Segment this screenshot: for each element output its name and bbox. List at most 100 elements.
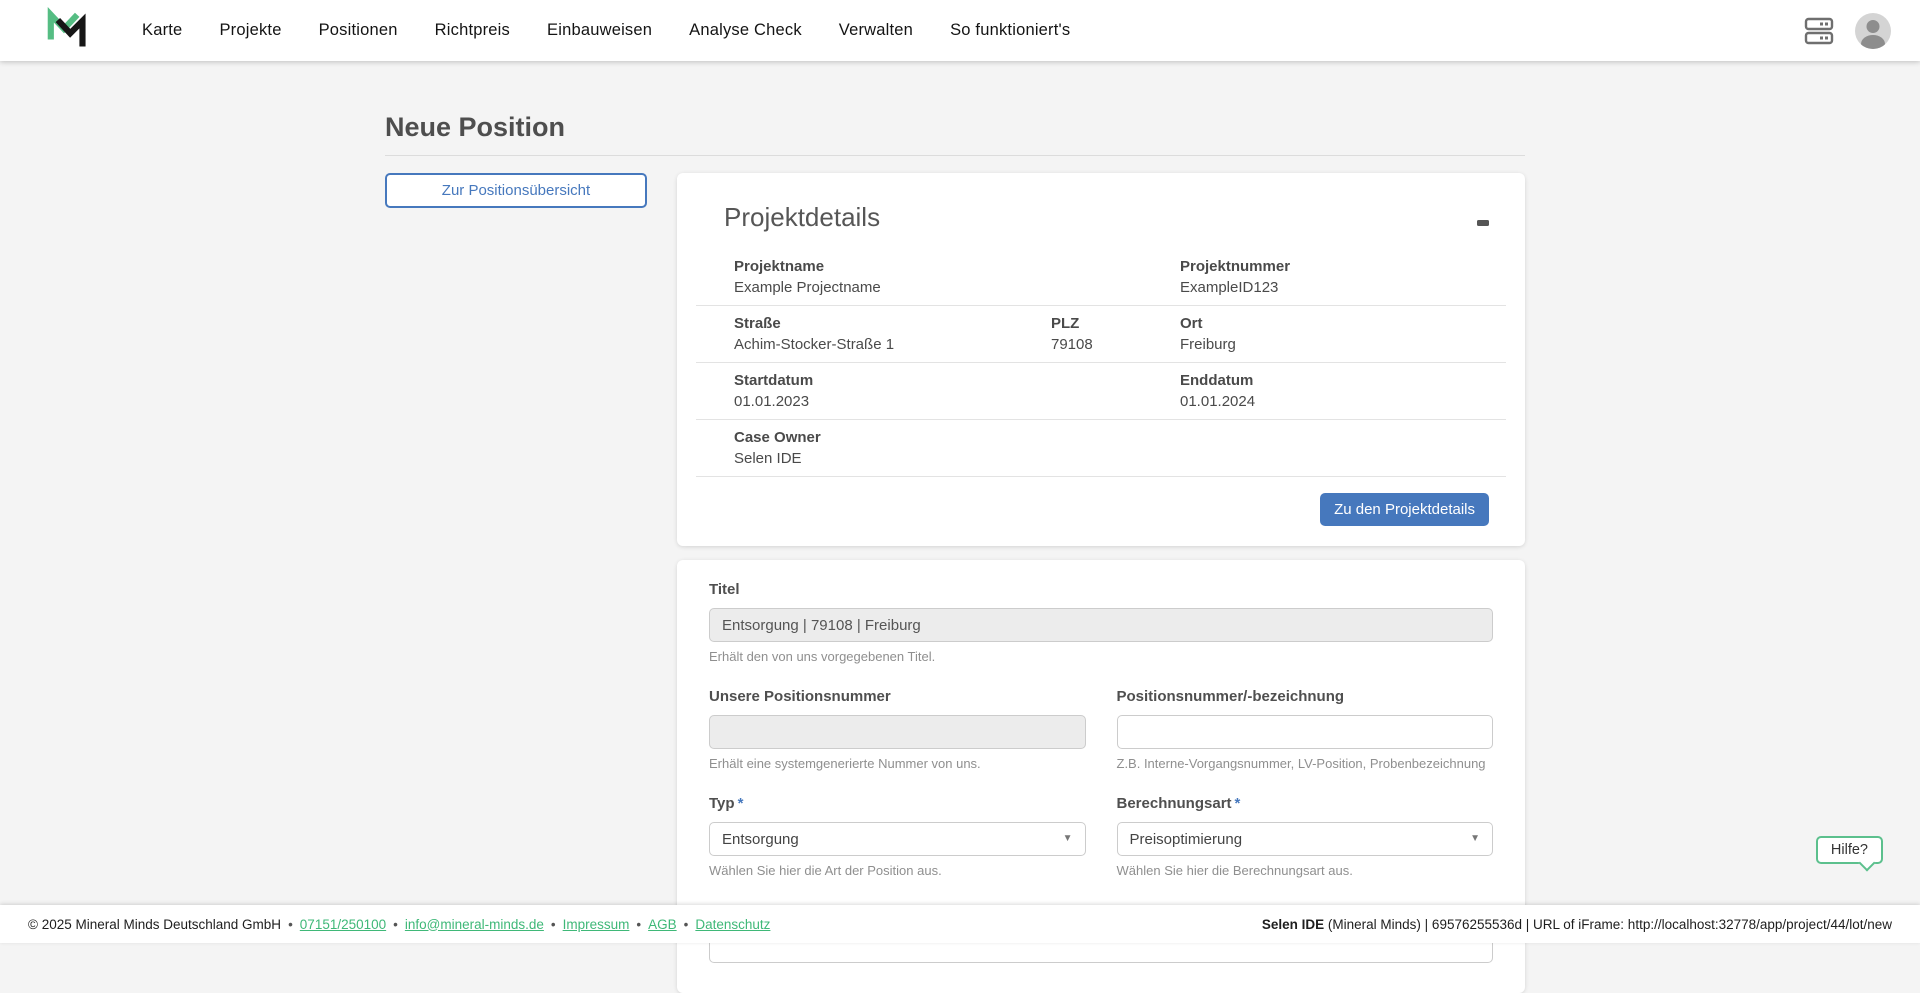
positionsnummer-input[interactable] (1117, 715, 1494, 749)
berechnungsart-label-text: Berechnungsart (1117, 795, 1232, 812)
field-label: PLZ (1051, 314, 1180, 333)
unsere-positionsnummer-label: Unsere Positionsnummer (709, 687, 1086, 707)
field-label: Projektname (734, 257, 1180, 276)
berechnungsart-select[interactable]: Preisoptimierung ▼ (1117, 822, 1494, 856)
berechnungsart-selected-value: Preisoptimierung (1130, 831, 1243, 848)
footer-link-phone[interactable]: 07151/250100 (300, 917, 386, 932)
separator-dot: • (636, 917, 641, 932)
chevron-down-icon: ▼ (1063, 834, 1073, 844)
nav-item-projekte[interactable]: Projekte (219, 21, 281, 40)
main-content: Neue Position Zur Positionsübersicht Pro… (385, 61, 1525, 993)
required-asterisk: * (738, 795, 744, 812)
field-label: Straße (734, 314, 1051, 333)
left-column: Zur Positionsübersicht (385, 173, 647, 208)
berechnungsart-field-group: Berechnungsart* Preisoptimierung ▼ Wähle… (1117, 794, 1494, 880)
back-to-positions-button[interactable]: Zur Positionsübersicht (385, 173, 647, 208)
field-label: Projektnummer (1180, 257, 1506, 276)
copyright-text: © 2025 Mineral Minds Deutschland GmbH (28, 917, 281, 932)
nav-item-positionen[interactable]: Positionen (319, 21, 398, 40)
nav-item-verwalten[interactable]: Verwalten (839, 21, 913, 40)
brand-logo[interactable] (42, 5, 86, 56)
field-enddatum: Enddatum 01.01.2024 (1180, 371, 1506, 411)
nav-item-analyse-check[interactable]: Analyse Check (689, 21, 802, 40)
required-asterisk: * (1235, 795, 1241, 812)
minus-icon (1477, 220, 1489, 226)
project-details-title: Projektdetails (677, 201, 1525, 235)
berechnungsart-label: Berechnungsart* (1117, 794, 1494, 814)
field-value: Achim-Stocker-Straße 1 (734, 335, 1051, 354)
project-details-table: Projektname Example Projectname Projektn… (696, 249, 1506, 477)
top-navigation-bar: Karte Projekte Positionen Richtpreis Ein… (0, 0, 1920, 61)
field-label: Startdatum (734, 371, 1180, 390)
session-user: Selen IDE (1262, 917, 1324, 932)
typ-label-text: Typ (709, 795, 735, 812)
titel-helper-text: Erhält den von uns vorgegebenen Titel. (709, 648, 1493, 666)
mineral-minds-logo-icon (42, 5, 86, 56)
typ-label: Typ* (709, 794, 1086, 814)
field-strasse: Straße Achim-Stocker-Straße 1 (734, 314, 1051, 354)
form-grid: Unsere Positionsnummer Erhält eine syste… (709, 666, 1493, 880)
page-title: Neue Position (385, 111, 1525, 143)
title-divider (385, 155, 1525, 156)
right-column: Projektdetails Projektname Example Proje… (677, 173, 1525, 993)
chevron-down-icon: ▼ (1470, 834, 1480, 844)
nav-item-so-funktionierts[interactable]: So funktioniert's (950, 21, 1070, 40)
typ-select[interactable]: Entsorgung ▼ (709, 822, 1086, 856)
nav-item-richtpreis[interactable]: Richtpreis (435, 21, 510, 40)
field-label: Case Owner (734, 428, 1180, 447)
table-row: Straße Achim-Stocker-Straße 1 PLZ 79108 … (696, 305, 1506, 362)
field-value: Selen IDE (734, 449, 1180, 468)
field-case-owner: Case Owner Selen IDE (734, 428, 1180, 468)
field-projektname: Projektname Example Projectname (734, 257, 1180, 297)
unsere-positionsnummer-field-group: Unsere Positionsnummer Erhält eine syste… (709, 687, 1086, 773)
field-startdatum: Startdatum 01.01.2023 (734, 371, 1180, 411)
unsere-positionsnummer-helper-text: Erhält eine systemgenerierte Nummer von … (709, 755, 1086, 773)
field-value: Freiburg (1180, 335, 1506, 354)
footer-link-datenschutz[interactable]: Datenschutz (695, 917, 770, 932)
field-value: ExampleID123 (1180, 278, 1506, 297)
footer-link-agb[interactable]: AGB (648, 917, 677, 932)
table-row: Startdatum 01.01.2023 Enddatum 01.01.202… (696, 362, 1506, 419)
field-value: 01.01.2024 (1180, 392, 1506, 411)
avatar-icon[interactable] (1854, 12, 1892, 50)
field-ort: Ort Freiburg (1180, 314, 1506, 354)
field-value: 79108 (1051, 335, 1180, 354)
table-row: Projektname Example Projectname Projektn… (696, 249, 1506, 305)
field-label: Enddatum (1180, 371, 1506, 390)
titel-input (709, 608, 1493, 642)
topbar-right-icons (1804, 12, 1892, 50)
berechnungsart-helper-text: Wählen Sie hier die Berechnungsart aus. (1117, 862, 1494, 880)
typ-selected-value: Entsorgung (722, 831, 799, 848)
footer-session-info: Selen IDE (Mineral Minds) | 69576255536d… (1262, 917, 1892, 932)
footer-link-email[interactable]: info@mineral-minds.de (405, 917, 544, 932)
positionsnummer-field-group: Positionsnummer/-bezeichnung Z.B. Intern… (1117, 687, 1494, 773)
field-label: Ort (1180, 314, 1506, 333)
main-nav: Karte Projekte Positionen Richtpreis Ein… (142, 21, 1070, 40)
separator-dot: • (393, 917, 398, 932)
nav-item-karte[interactable]: Karte (142, 21, 182, 40)
footer-bar: © 2025 Mineral Minds Deutschland GmbH • … (0, 905, 1920, 943)
project-card-actions: Zu den Projektdetails (677, 477, 1525, 526)
go-to-project-details-button[interactable]: Zu den Projektdetails (1320, 493, 1489, 526)
project-details-card: Projektdetails Projektname Example Proje… (677, 173, 1525, 546)
titel-label: Titel (709, 580, 1493, 600)
footer-link-impressum[interactable]: Impressum (563, 917, 630, 932)
field-projektnummer: Projektnummer ExampleID123 (1180, 257, 1506, 297)
titel-field-group: Titel Erhält den von uns vorgegebenen Ti… (709, 580, 1493, 666)
typ-field-group: Typ* Entsorgung ▼ Wählen Sie hier die Ar… (709, 794, 1086, 880)
positionsnummer-label: Positionsnummer/-bezeichnung (1117, 687, 1494, 707)
field-value: 01.01.2023 (734, 392, 1180, 411)
collapse-card-button[interactable] (1471, 213, 1495, 233)
unsere-positionsnummer-input (709, 715, 1086, 749)
separator-dot: • (551, 917, 556, 932)
table-row: Case Owner Selen IDE (696, 419, 1506, 476)
session-details: (Mineral Minds) | 69576255536d | URL of … (1324, 917, 1892, 932)
separator-dot: • (684, 917, 689, 932)
server-icon[interactable] (1804, 17, 1834, 45)
positionsnummer-helper-text: Z.B. Interne-Vorgangsnummer, LV-Position… (1117, 755, 1494, 773)
nav-item-einbauweisen[interactable]: Einbauweisen (547, 21, 652, 40)
footer-left: © 2025 Mineral Minds Deutschland GmbH • … (28, 917, 770, 932)
typ-helper-text: Wählen Sie hier die Art der Position aus… (709, 862, 1086, 880)
separator-dot: • (288, 917, 293, 932)
help-button[interactable]: Hilfe? (1816, 836, 1883, 864)
